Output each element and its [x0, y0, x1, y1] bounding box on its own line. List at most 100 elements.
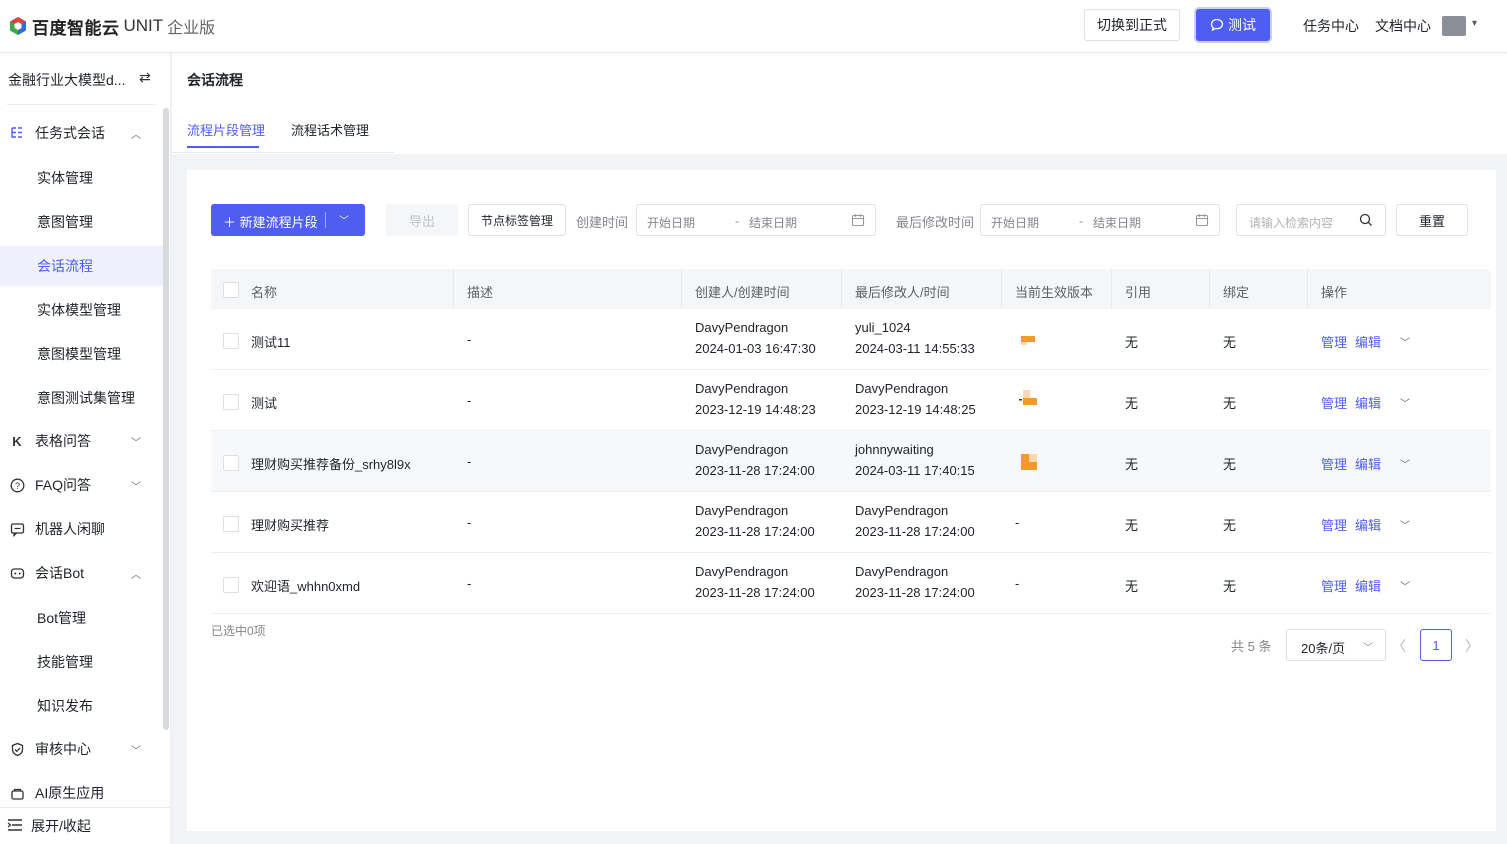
- row-modifier: DavyPendragon: [855, 381, 949, 396]
- row-modifier: DavyPendragon: [855, 503, 949, 518]
- sidebar-item-intent-model[interactable]: 意图模型管理: [0, 334, 163, 374]
- row-desc: -: [467, 393, 472, 408]
- edit-link[interactable]: 编辑: [1355, 332, 1381, 351]
- row-bind: 无: [1223, 396, 1237, 411]
- sidebar-item-session-bot[interactable]: 会话Bot ︿: [0, 553, 163, 593]
- tab-flow-fragments[interactable]: 流程片段管理: [187, 120, 265, 139]
- page-size-select[interactable]: 20条/页 ﹀: [1286, 629, 1386, 661]
- manage-link[interactable]: 管理: [1321, 515, 1347, 534]
- row-creator: DavyPendragon: [695, 503, 789, 518]
- row-creator: DavyPendragon: [695, 320, 789, 335]
- edit-link[interactable]: 编辑: [1355, 454, 1381, 473]
- row-checkbox[interactable]: [223, 455, 239, 471]
- sidebar-item-chitchat[interactable]: 机器人闲聊: [0, 509, 163, 549]
- sidebar-item-dialog-flow[interactable]: 会话流程: [0, 246, 163, 286]
- select-all-checkbox[interactable]: [223, 282, 239, 298]
- more-actions-chevron-icon[interactable]: ﹀: [1400, 395, 1410, 410]
- test-button[interactable]: 测试: [1196, 9, 1270, 41]
- prev-page-icon[interactable]: 〈: [1392, 636, 1406, 656]
- sidebar-item-bot-manage[interactable]: Bot管理: [0, 598, 163, 638]
- row-checkbox[interactable]: [223, 577, 239, 593]
- version-thumbnail[interactable]: [1019, 452, 1039, 472]
- search-placeholder: 请输入检索内容: [1249, 216, 1334, 230]
- brand-logo[interactable]: 百度智能云 UNIT 企业版: [8, 14, 215, 38]
- sidebar-item-skill-manage[interactable]: 技能管理: [0, 642, 163, 682]
- export-button[interactable]: 导出: [386, 204, 458, 236]
- col-desc: 描述: [467, 285, 494, 300]
- page-button-current[interactable]: 1: [1420, 629, 1452, 661]
- user-avatar[interactable]: [1442, 16, 1466, 36]
- sidebar-item-entity[interactable]: 实体管理: [0, 158, 163, 198]
- sidebar-item-review-center[interactable]: 审核中心 ﹀: [0, 729, 163, 769]
- row-ref: 无: [1125, 335, 1139, 350]
- end-date-input[interactable]: 结束日期: [1093, 214, 1141, 231]
- chevron-up-icon: ︿: [131, 129, 141, 141]
- sidebar-scrollbar[interactable]: [163, 108, 169, 730]
- modified-date-range-picker[interactable]: 开始日期 - 结束日期: [980, 204, 1220, 236]
- sidebar-item-knowledge-publish[interactable]: 知识发布: [0, 686, 163, 726]
- row-checkbox[interactable]: [223, 333, 239, 349]
- table-row[interactable]: 欢迎语_whhn0xmd - DavyPendragon 2023-11-28 …: [211, 553, 1491, 614]
- sidebar-item-table-qa[interactable]: K 表格问答 ﹀: [0, 421, 163, 461]
- chevron-down-icon[interactable]: ﹀: [339, 212, 349, 227]
- table-row[interactable]: 测试11 - DavyPendragon 2024-01-03 16:47:30…: [211, 309, 1491, 370]
- row-checkbox[interactable]: [223, 516, 239, 532]
- column-divider: [1209, 269, 1210, 309]
- chat-bubble-icon: [1210, 18, 1224, 32]
- more-actions-chevron-icon[interactable]: ﹀: [1400, 517, 1410, 532]
- start-date-input[interactable]: 开始日期: [991, 214, 1039, 231]
- manage-link[interactable]: 管理: [1321, 393, 1347, 412]
- table-row[interactable]: 测试 - DavyPendragon 2023-12-19 14:48:23 D…: [211, 370, 1491, 431]
- node-tag-manage-button[interactable]: 节点标签管理: [468, 204, 566, 236]
- search-input[interactable]: 请输入检索内容: [1236, 204, 1386, 236]
- reset-button[interactable]: 重置: [1396, 204, 1468, 236]
- nav-task-center[interactable]: 任务中心: [1303, 16, 1359, 36]
- edit-link[interactable]: 编辑: [1355, 515, 1381, 534]
- row-ref: 无: [1125, 518, 1139, 533]
- row-checkbox[interactable]: [223, 394, 239, 410]
- sidebar-item-entity-model[interactable]: 实体模型管理: [0, 290, 163, 330]
- more-actions-chevron-icon[interactable]: ﹀: [1400, 456, 1410, 471]
- selected-count: 已选中0项: [211, 624, 266, 638]
- manage-link[interactable]: 管理: [1321, 576, 1347, 595]
- sidebar-item-faq[interactable]: ? FAQ问答 ﹀: [0, 465, 163, 505]
- sidebar-item-label: FAQ问答: [35, 477, 92, 493]
- search-icon[interactable]: [1359, 213, 1373, 227]
- date-range-separator: -: [735, 214, 739, 228]
- more-actions-chevron-icon[interactable]: ﹀: [1400, 578, 1410, 593]
- nav-doc-center[interactable]: 文档中心: [1375, 16, 1431, 36]
- end-date-input[interactable]: 结束日期: [749, 214, 797, 231]
- row-name: 理财购买推荐: [251, 518, 330, 533]
- next-page-icon[interactable]: 〉: [1465, 636, 1479, 656]
- start-date-input[interactable]: 开始日期: [647, 214, 695, 231]
- column-divider: [681, 269, 682, 309]
- chevron-down-icon: ﹀: [131, 745, 141, 757]
- more-actions-chevron-icon[interactable]: ﹀: [1400, 334, 1410, 349]
- edit-link[interactable]: 编辑: [1355, 393, 1381, 412]
- col-modifier: 最后修改人/时间: [855, 285, 950, 300]
- new-flow-fragment-button[interactable]: ＋ 新建流程片段 ﹀: [211, 204, 365, 236]
- sidebar-collapse-toggle[interactable]: 展开/收起: [0, 807, 171, 844]
- tab-flow-scripts[interactable]: 流程话术管理: [291, 120, 369, 139]
- manage-link[interactable]: 管理: [1321, 332, 1347, 351]
- page-header: 会话流程 流程片段管理 流程话术管理: [172, 53, 1507, 154]
- edit-link[interactable]: 编辑: [1355, 576, 1381, 595]
- sidebar-divider: [7, 104, 155, 105]
- sidebar-item-intent[interactable]: 意图管理: [0, 202, 163, 242]
- user-menu-caret-icon[interactable]: ▾: [1472, 18, 1477, 29]
- menu-fold-icon: [7, 818, 23, 835]
- created-date-range-picker[interactable]: 开始日期 - 结束日期: [636, 204, 876, 236]
- brand-name: 百度智能云: [32, 18, 120, 38]
- project-switch-icon[interactable]: ⇄: [139, 69, 151, 86]
- version-thumbnail[interactable]: [1019, 330, 1039, 350]
- switch-to-production-button[interactable]: 切换到正式: [1084, 9, 1180, 41]
- table-row[interactable]: 理财购买推荐备份_srhy8l9x - DavyPendragon 2023-1…: [211, 431, 1491, 492]
- table-row[interactable]: 理财购买推荐 - DavyPendragon 2023-11-28 17:24:…: [211, 492, 1491, 553]
- sidebar-item-intent-testset[interactable]: 意图测试集管理: [0, 378, 163, 418]
- row-created-time: 2024-01-03 16:47:30: [695, 341, 816, 356]
- sidebar-item-task-session[interactable]: 任务式会话 ︿: [0, 113, 163, 153]
- version-thumbnail[interactable]: [1019, 389, 1039, 409]
- row-modified-time: 2023-11-28 17:24:00: [855, 585, 975, 600]
- manage-link[interactable]: 管理: [1321, 454, 1347, 473]
- active-tab-indicator: [187, 146, 259, 148]
